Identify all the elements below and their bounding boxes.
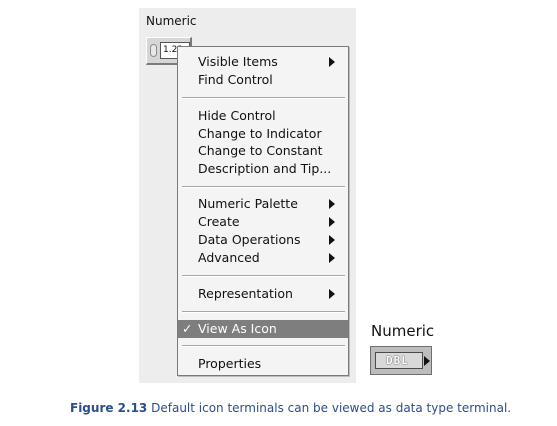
- menu-item-create[interactable]: Create: [178, 213, 348, 231]
- menu-item-view-as-icon[interactable]: ✓ View As Icon: [178, 320, 348, 338]
- context-menu: Visible Items Find Control Hide Control …: [177, 46, 349, 376]
- figure-caption: Figure 2.13 Default icon terminals can b…: [70, 401, 511, 415]
- dbl-type-text: DBL: [375, 352, 423, 369]
- menu-item-description-and-tip[interactable]: Description and Tip...: [178, 160, 348, 178]
- terminal-arrow-icon: [424, 356, 430, 366]
- increment-decrement-icon: [150, 44, 157, 57]
- menu-item-find-control[interactable]: Find Control: [178, 71, 348, 89]
- menu-item-data-operations[interactable]: Data Operations: [178, 231, 348, 249]
- menu-item-change-to-indicator[interactable]: Change to Indicator: [178, 125, 348, 143]
- menu-item-representation[interactable]: Representation: [178, 285, 348, 303]
- menu-item-advanced[interactable]: Advanced: [178, 249, 348, 267]
- menu-item-visible-items[interactable]: Visible Items: [178, 53, 348, 71]
- submenu-arrow-icon: [329, 253, 335, 263]
- submenu-arrow-icon: [329, 199, 335, 209]
- menu-separator: [182, 311, 345, 313]
- checkmark-icon: ✓: [182, 321, 193, 336]
- menu-separator: [182, 345, 345, 347]
- dbl-data-type-terminal[interactable]: DBL: [370, 346, 432, 375]
- menu-item-properties[interactable]: Properties: [178, 355, 348, 373]
- caption-text: Default icon terminals can be viewed as …: [147, 401, 512, 415]
- figure-number: Figure 2.13: [70, 401, 148, 415]
- submenu-arrow-icon: [329, 57, 335, 67]
- menu-separator: [182, 275, 345, 277]
- menu-item-hide-control[interactable]: Hide Control: [178, 107, 348, 125]
- menu-item-numeric-palette[interactable]: Numeric Palette: [178, 195, 348, 213]
- submenu-arrow-icon: [329, 235, 335, 245]
- submenu-arrow-icon: [329, 217, 335, 227]
- menu-separator: [182, 97, 345, 99]
- menu-separator: [182, 186, 345, 188]
- menu-item-change-to-constant[interactable]: Change to Constant: [178, 142, 348, 160]
- submenu-arrow-icon: [329, 289, 335, 299]
- numeric-control-label: Numeric: [146, 14, 197, 28]
- numeric-terminal-label: Numeric: [371, 322, 435, 340]
